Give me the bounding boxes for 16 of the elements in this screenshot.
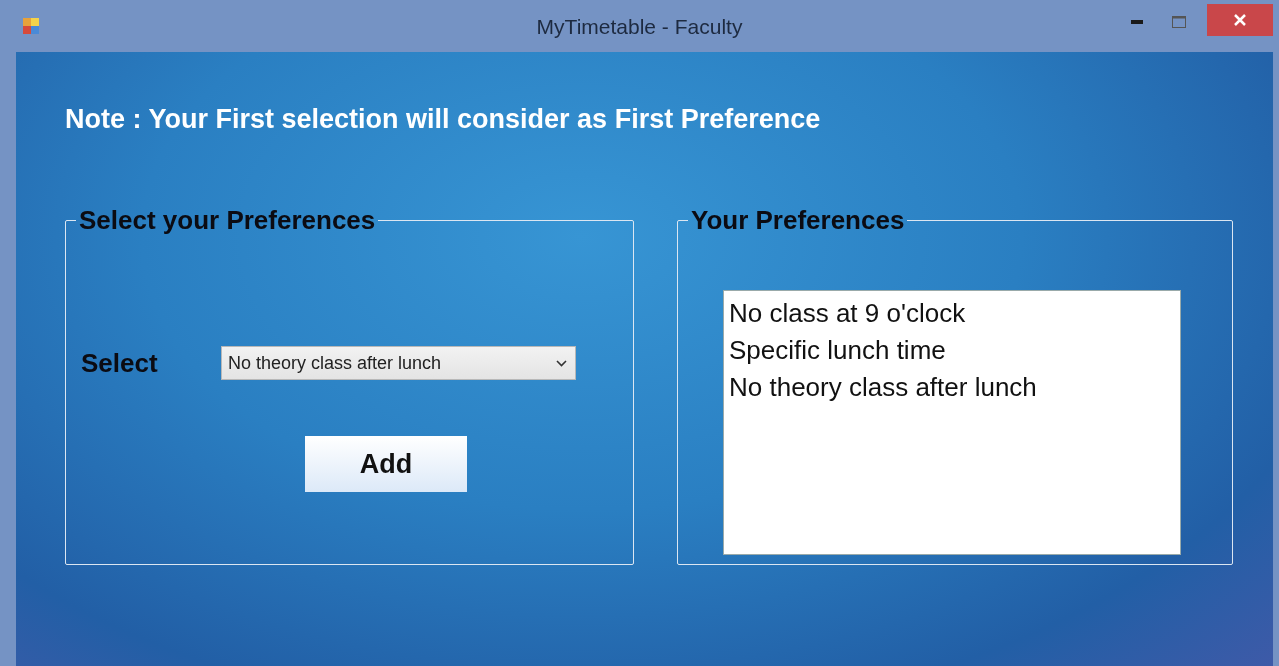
group-title: Select your Preferences xyxy=(78,205,377,236)
close-icon xyxy=(1234,14,1246,26)
window-title: MyTimetable - Faculty xyxy=(536,15,743,39)
maximize-icon xyxy=(1172,16,1186,28)
select-label: Select xyxy=(81,347,159,379)
close-button[interactable] xyxy=(1207,4,1273,36)
app-icon xyxy=(22,17,40,35)
add-button[interactable]: Add xyxy=(305,436,467,492)
list-item[interactable]: No theory class after lunch xyxy=(729,369,1175,406)
chevron-down-icon xyxy=(556,359,567,367)
preference-dropdown[interactable]: No theory class after lunch xyxy=(221,346,576,380)
list-item[interactable]: Specific lunch time xyxy=(729,332,1175,369)
note-text: Note : Your First selection will consider as First Preference xyxy=(65,104,822,135)
minimize-icon xyxy=(1131,20,1143,24)
list-item[interactable]: No class at 9 o'clock xyxy=(729,295,1175,332)
group-title: Your Preferences xyxy=(690,205,906,236)
